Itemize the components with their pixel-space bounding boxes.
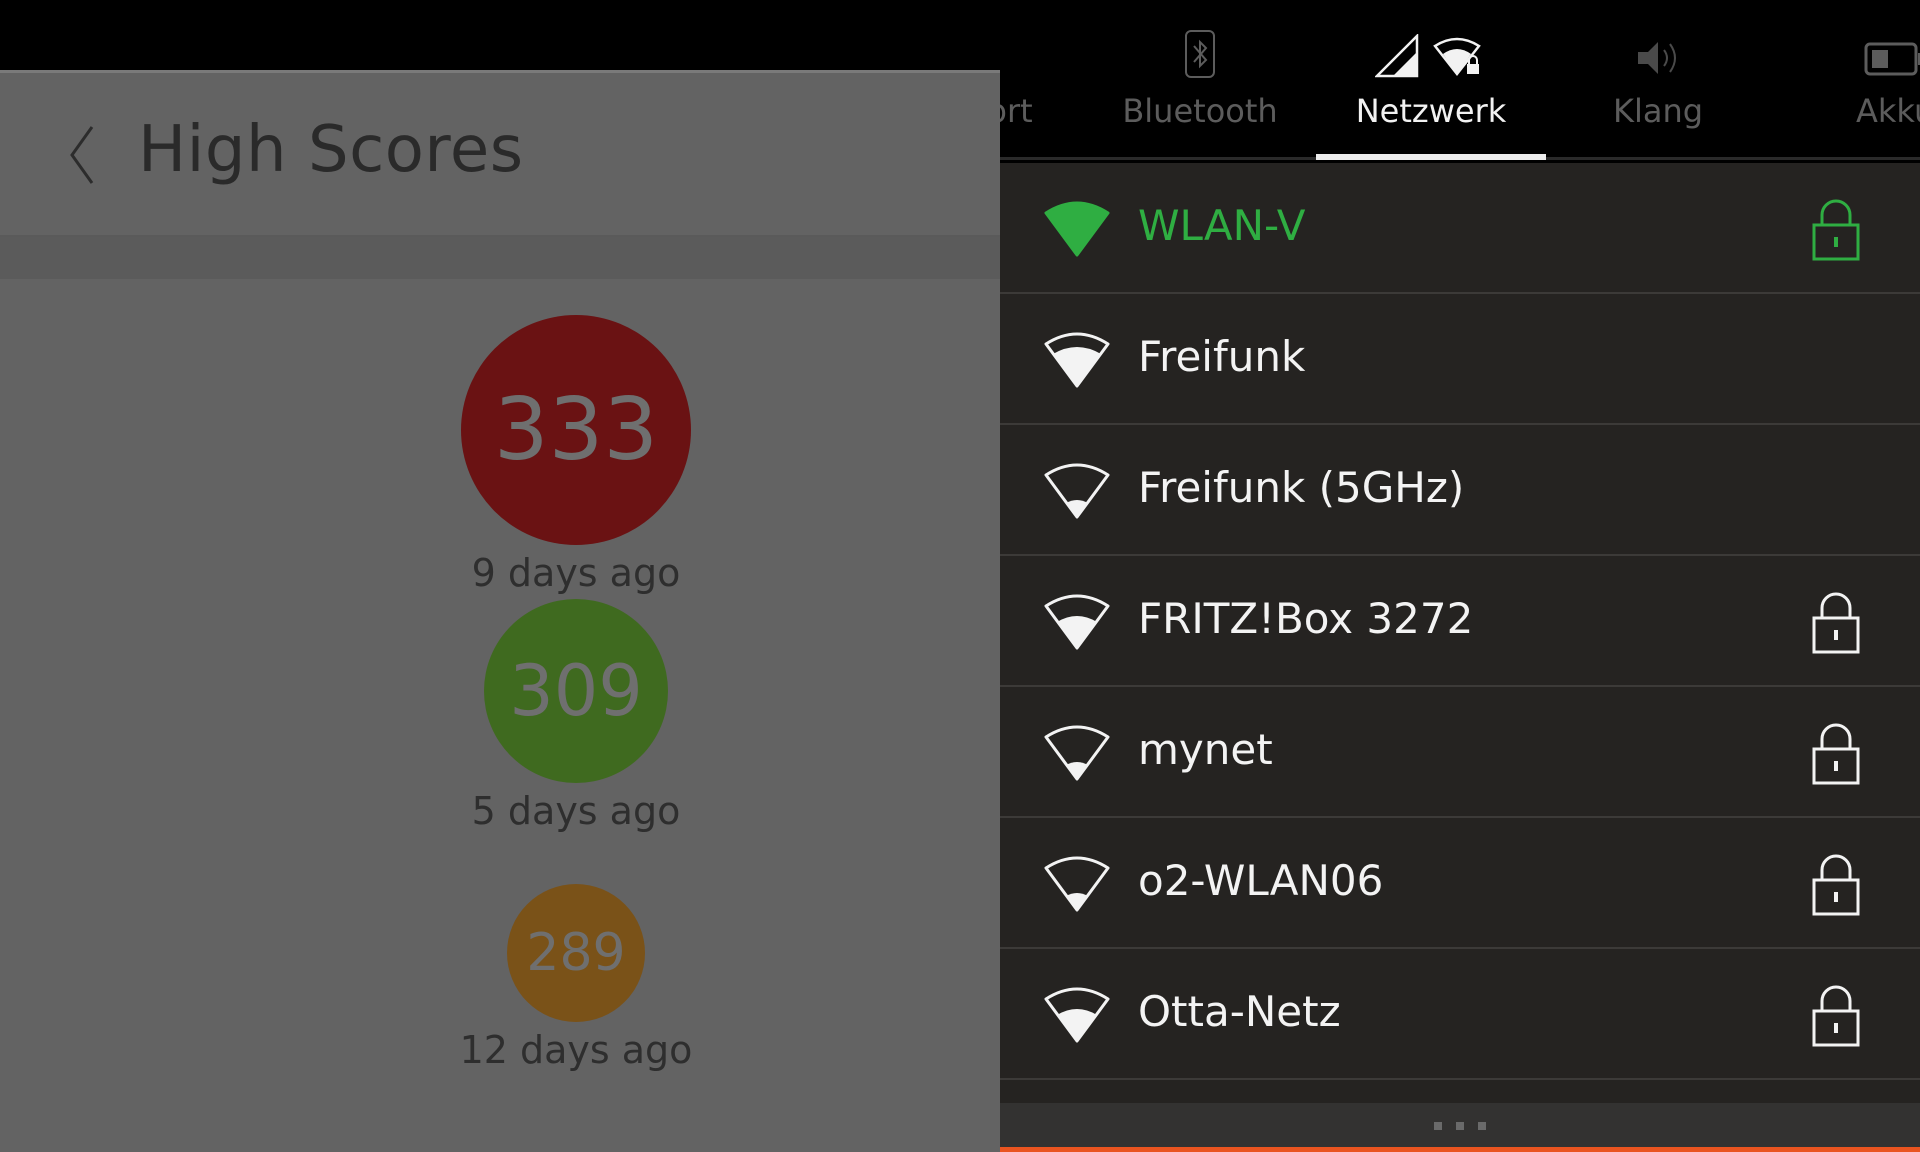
network-name: Freifunk (5GHz)	[1138, 463, 1465, 512]
tab-sound[interactable]: Klang	[1568, 0, 1748, 160]
network-row[interactable]: Freifunk (5GHz)	[1000, 425, 1920, 556]
score-date: 9 days ago	[471, 551, 681, 595]
screen: High Scores 333 9 days ago 309 5 days ag…	[0, 0, 1920, 1152]
indicator-tab-bar: ort Bluetooth Netzwerk	[1000, 0, 1920, 160]
app-header: High Scores	[0, 73, 1000, 237]
score-date: 12 days ago	[459, 1028, 693, 1072]
page-title: High Scores	[138, 113, 524, 187]
active-tab-indicator	[1316, 154, 1546, 160]
cellular-signal-icon	[1375, 34, 1419, 78]
network-row[interactable]: Otta-Netz	[1000, 949, 1920, 1080]
wifi-signal-low-icon	[1044, 463, 1110, 519]
wifi-signal-high-icon	[1044, 987, 1110, 1043]
header-divider	[0, 237, 1000, 279]
lock-icon	[1812, 723, 1860, 785]
panel-accent-line	[1000, 1147, 1920, 1152]
wifi-signal-low-icon	[1044, 725, 1110, 781]
tab-location[interactable]: ort	[1000, 0, 1060, 160]
panel-drag-handle[interactable]	[1000, 1103, 1920, 1149]
network-name: FRITZ!Box 3272	[1138, 594, 1474, 643]
score-value: 289	[526, 923, 626, 983]
score-badge: 333	[461, 315, 691, 545]
network-list: WLAN-V Freifunk Freifunk (5GHz) FRITZ!Bo…	[1000, 163, 1920, 1103]
network-row[interactable]: o2-WLAN06	[1000, 818, 1920, 949]
tab-bluetooth[interactable]: Bluetooth	[1110, 0, 1290, 160]
network-row[interactable]: Freifunk	[1000, 294, 1920, 425]
lock-icon	[1812, 854, 1860, 916]
score-value: 309	[509, 650, 643, 732]
wifi-secure-icon	[1433, 37, 1481, 77]
lock-icon	[1812, 985, 1860, 1047]
network-row[interactable]: WLAN-V	[1000, 163, 1920, 294]
score-badge: 309	[484, 599, 668, 783]
network-row[interactable]: FRITZ!Box 3272	[1000, 556, 1920, 687]
high-scores-app: High Scores 333 9 days ago 309 5 days ag…	[0, 70, 1000, 1152]
score-date: 5 days ago	[471, 789, 681, 833]
wifi-signal-high-icon	[1044, 332, 1110, 388]
network-row[interactable]: mynet	[1000, 687, 1920, 818]
wifi-signal-full-icon	[1044, 201, 1110, 257]
back-chevron-icon[interactable]	[58, 123, 106, 187]
network-name: Freifunk	[1138, 332, 1306, 381]
lock-icon	[1812, 199, 1860, 261]
network-name: WLAN-V	[1138, 201, 1306, 250]
network-name: Otta-Netz	[1138, 987, 1341, 1036]
network-name: mynet	[1138, 725, 1273, 774]
tab-battery[interactable]: Akku	[1840, 0, 1920, 160]
handle-dots-icon	[1434, 1122, 1486, 1130]
speaker-icon	[1638, 42, 1676, 74]
score-badge: 289	[507, 884, 645, 1022]
network-name: o2-WLAN06	[1138, 856, 1384, 905]
lock-icon	[1812, 592, 1860, 654]
wifi-signal-high-icon	[1044, 594, 1110, 650]
bluetooth-icon	[1185, 30, 1215, 78]
battery-icon	[1864, 42, 1920, 76]
score-value: 333	[493, 380, 659, 480]
wifi-signal-low-icon	[1044, 856, 1110, 912]
tab-network[interactable]: Netzwerk	[1316, 0, 1546, 160]
